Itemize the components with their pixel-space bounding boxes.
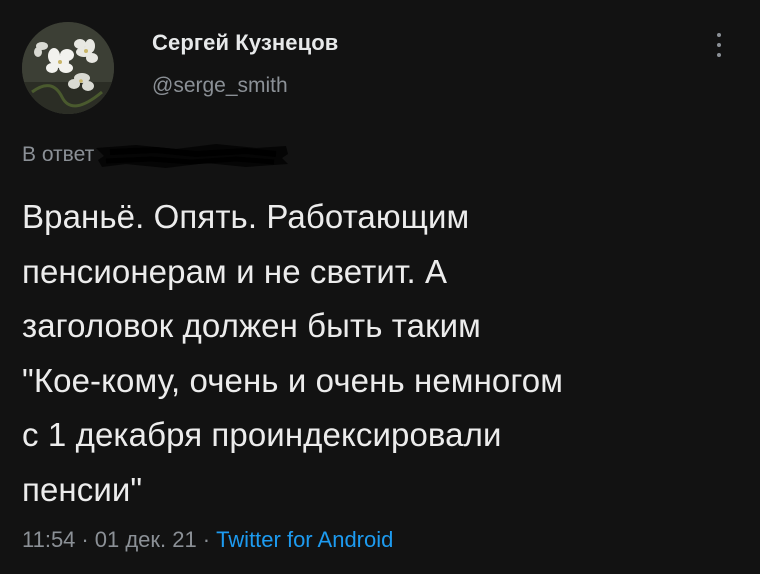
tweet-meta: 11:54 · 01 дек. 21 · Twitter for Android (22, 527, 393, 553)
more-vertical-icon[interactable] (709, 28, 729, 62)
tweet-line: с 1 декабря проиндексировали (22, 416, 502, 453)
tweet-time[interactable]: 11:54 (22, 527, 75, 552)
tweet-text: Враньё. Опять. Работающим пенсионерам и … (22, 190, 752, 517)
tweet-line: пенсионерам и не светит. А (22, 252, 448, 290)
reply-context: В ответ (22, 140, 289, 170)
tweet-line: "Кое-кому, очень и очень немногом (22, 361, 563, 399)
tweet-date[interactable]: 01 дек. 21 (95, 527, 197, 552)
more-dot (717, 43, 721, 47)
meta-separator: · (202, 527, 211, 552)
more-dot (717, 53, 721, 57)
more-dot (717, 33, 721, 37)
meta-separator: · (81, 527, 89, 552)
author-handle[interactable]: @serge_smith (152, 74, 288, 98)
reply-label: В ответ (22, 143, 95, 166)
tweet-source-link[interactable]: Twitter for Android (216, 527, 393, 552)
avatar[interactable] (22, 22, 114, 114)
tweet-line: заголовок должен быть таким (22, 307, 481, 344)
tweet-card: Сергей Кузнецов @serge_smith В ответ Вра… (0, 0, 760, 574)
tweet-line: пенсии" (22, 470, 143, 508)
tweet-line: Враньё. Опять. Работающим (22, 198, 470, 235)
redacted-username (96, 144, 289, 168)
author-name[interactable]: Сергей Кузнецов (152, 30, 338, 56)
flowers-avatar-image (22, 22, 114, 114)
